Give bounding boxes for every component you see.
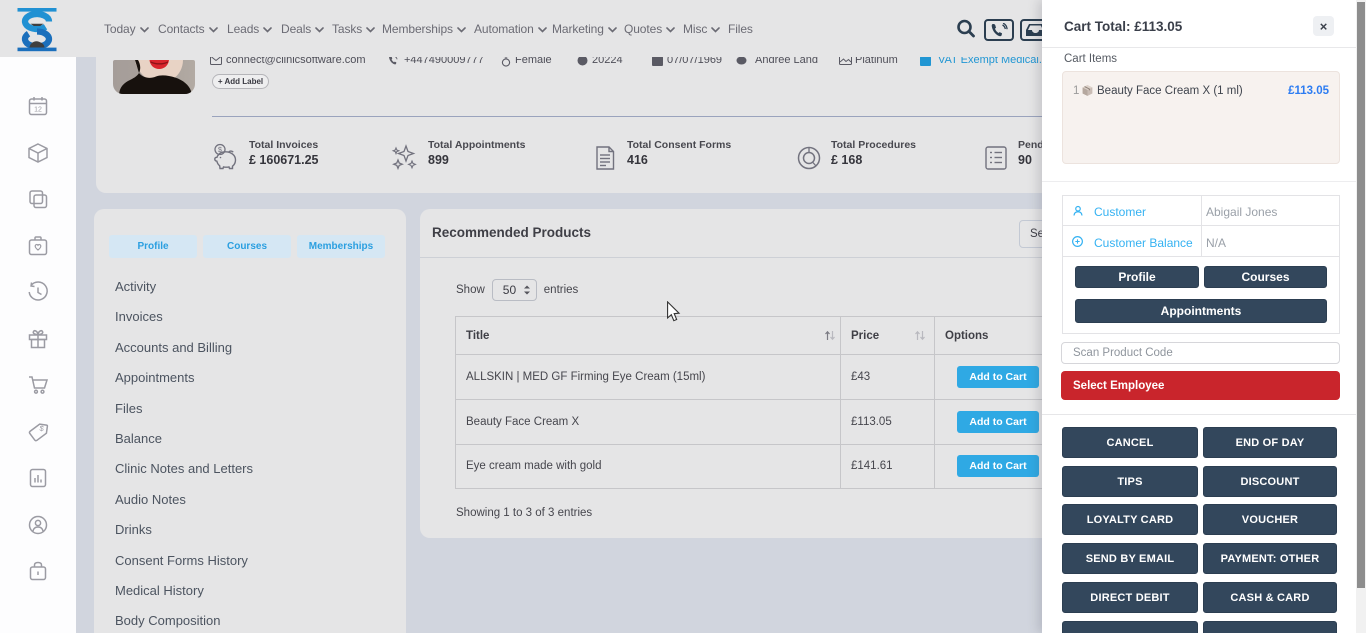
svg-text:$: $ bbox=[218, 147, 222, 154]
svg-text:$: $ bbox=[39, 424, 45, 434]
svg-text:12: 12 bbox=[34, 107, 42, 114]
